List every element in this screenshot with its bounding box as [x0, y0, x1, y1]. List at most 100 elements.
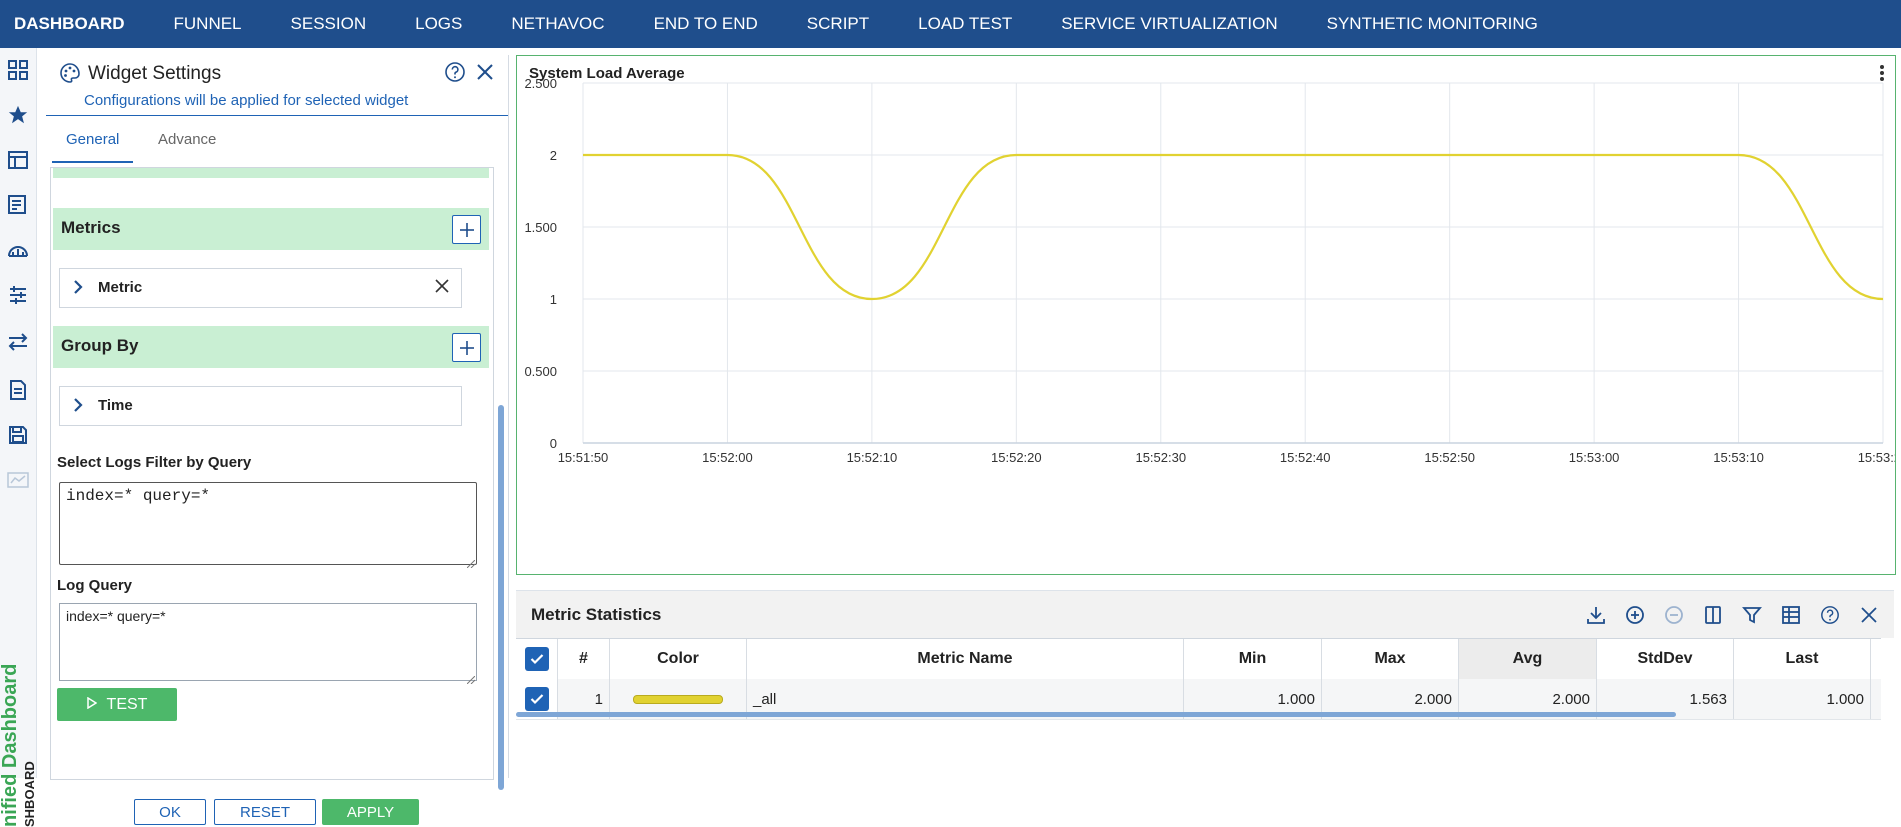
groupby-time-row[interactable]: Time [59, 386, 462, 426]
test-button[interactable]: TEST [57, 688, 177, 721]
x-tick-label: 15:51:50 [558, 450, 609, 465]
brand-vertical: nified Dashboard SHBOARD [0, 647, 37, 827]
chevron-right-icon[interactable] [72, 279, 84, 299]
star-icon[interactable] [6, 103, 30, 127]
select-all-cell [516, 639, 558, 679]
metrics-title: Metrics [61, 218, 121, 237]
settings-scroll-area[interactable]: Metrics Metric Group By Time Select Logs… [50, 167, 494, 780]
play-icon [86, 696, 97, 714]
stats-header: Metric Statistics [516, 590, 1894, 638]
row-checkbox[interactable] [524, 687, 549, 711]
save-icon[interactable] [6, 423, 30, 447]
col-max[interactable]: Max [1322, 639, 1459, 679]
panel-scrollbar[interactable] [498, 405, 504, 790]
y-tick-label: 0 [550, 436, 557, 451]
y-tick-label: 2.500 [524, 76, 557, 91]
tab-advance[interactable]: Advance [150, 119, 224, 161]
y-tick-label: 1.500 [524, 220, 557, 235]
layout-icon[interactable] [6, 148, 30, 172]
chart-disabled-icon [6, 468, 30, 492]
widget-settings-panel: Widget Settings Configurations will be a… [46, 55, 509, 825]
metric-statistics: Metric Statistics # Color Metric Name Mi… [516, 590, 1894, 720]
col-avg[interactable]: Avg [1459, 639, 1597, 679]
select-all-checkbox[interactable] [524, 647, 549, 671]
groupby-title: Group By [61, 336, 139, 355]
download-icon[interactable] [1583, 602, 1609, 628]
zoom-in-icon[interactable] [1622, 602, 1648, 628]
reset-button[interactable]: RESET [214, 799, 316, 825]
nav-end-to-end[interactable]: END TO END [629, 0, 782, 48]
y-tick-label: 0.500 [524, 364, 557, 379]
metrics-section-header: Metrics [53, 208, 489, 250]
brand-sub: SHBOARD [22, 761, 37, 827]
nav-funnel[interactable]: FUNNEL [149, 0, 266, 48]
metric-row[interactable]: Metric [59, 268, 462, 308]
nav-dashboard[interactable]: DASHBOARD [0, 0, 149, 48]
col-min[interactable]: Min [1184, 639, 1322, 679]
close-icon[interactable] [474, 61, 496, 87]
add-groupby-button[interactable] [452, 333, 481, 362]
help-icon[interactable] [1817, 602, 1843, 628]
groupby-section-header: Group By [53, 326, 489, 368]
columns-icon[interactable] [1700, 602, 1726, 628]
test-button-label: TEST [106, 695, 148, 713]
color-swatch [633, 694, 723, 704]
sliders-icon[interactable] [6, 283, 30, 307]
section-strip [53, 168, 489, 178]
nav-logs[interactable]: LOGS [391, 0, 487, 48]
remove-metric-icon[interactable] [433, 277, 451, 299]
nav-nethavoc[interactable]: NETHAVOC [487, 0, 629, 48]
left-icon-rail: nified Dashboard SHBOARD [0, 48, 37, 827]
x-tick-label: 15:52:50 [1424, 450, 1475, 465]
x-tick-label: 15:52:20 [991, 450, 1042, 465]
x-tick-label: 15:53:00 [1569, 450, 1620, 465]
table-icon[interactable] [1778, 602, 1804, 628]
panel-subtitle: Configurations will be applied for selec… [84, 92, 409, 109]
nav-script[interactable]: SCRIPT [782, 0, 893, 48]
tab-general[interactable]: General [52, 119, 134, 163]
resize-grip-icon[interactable] [466, 671, 490, 776]
filter-icon[interactable] [1739, 602, 1765, 628]
add-metric-button[interactable] [452, 215, 481, 244]
x-tick-label: 15:52:00 [702, 450, 753, 465]
x-tick-label: 15:52:10 [847, 450, 898, 465]
col-stddev[interactable]: StdDev [1597, 639, 1734, 679]
x-tick-label: 15:53:20 [1858, 450, 1895, 465]
list-add-icon[interactable] [6, 193, 30, 217]
chevron-right-icon[interactable] [72, 397, 84, 417]
help-icon[interactable] [444, 61, 466, 87]
filter-query-input[interactable]: index=* query=* [59, 482, 477, 565]
ok-button[interactable]: OK [134, 799, 206, 825]
line-chart: 0 0.500 1 1.500 2 2.500 15:51:50 15:52:00 15:52:… [524, 76, 1895, 465]
nav-session[interactable]: SESSION [266, 0, 391, 48]
brand-name: nified Dashboard [0, 663, 21, 827]
dashboard-grid-icon[interactable] [6, 58, 30, 82]
x-tick-label: 15:52:30 [1135, 450, 1186, 465]
metric-row-label: Metric [98, 279, 143, 296]
x-tick-label: 15:53:10 [1713, 450, 1764, 465]
log-query-input[interactable]: index=* query=* [59, 603, 477, 681]
zoom-out-icon[interactable] [1661, 602, 1687, 628]
swap-arrows-icon[interactable] [6, 330, 30, 354]
gauge-icon[interactable] [6, 238, 30, 262]
close-icon[interactable] [1856, 602, 1882, 628]
col-last[interactable]: Last [1734, 639, 1871, 679]
panel-header: Widget Settings Configurations will be a… [46, 55, 508, 116]
col-metric-name[interactable]: Metric Name [747, 639, 1184, 679]
palette-icon [60, 63, 80, 87]
top-nav: DASHBOARD FUNNEL SESSION LOGS NETHAVOC E… [0, 0, 1901, 48]
row-last: 1.000 [1734, 679, 1871, 719]
nav-service-virtualization[interactable]: SERVICE VIRTUALIZATION [1037, 0, 1302, 48]
nav-synthetic-monitoring[interactable]: SYNTHETIC MONITORING [1302, 0, 1562, 48]
system-load-chart-widget[interactable]: System Load Average 0 0.500 1 1.500 2 2.500 15… [516, 55, 1896, 575]
apply-button[interactable]: APPLY [322, 799, 419, 825]
stats-title: Metric Statistics [531, 605, 662, 624]
y-tick-label: 2 [550, 148, 557, 163]
col-index[interactable]: # [558, 639, 610, 679]
report-icon[interactable] [6, 378, 30, 402]
horizontal-scrollbar[interactable] [516, 712, 1676, 717]
y-tick-label: 1 [550, 292, 557, 307]
col-color[interactable]: Color [610, 639, 747, 679]
nav-load-test[interactable]: LOAD TEST [894, 0, 1037, 48]
settings-tabs: General Advance [46, 119, 508, 163]
